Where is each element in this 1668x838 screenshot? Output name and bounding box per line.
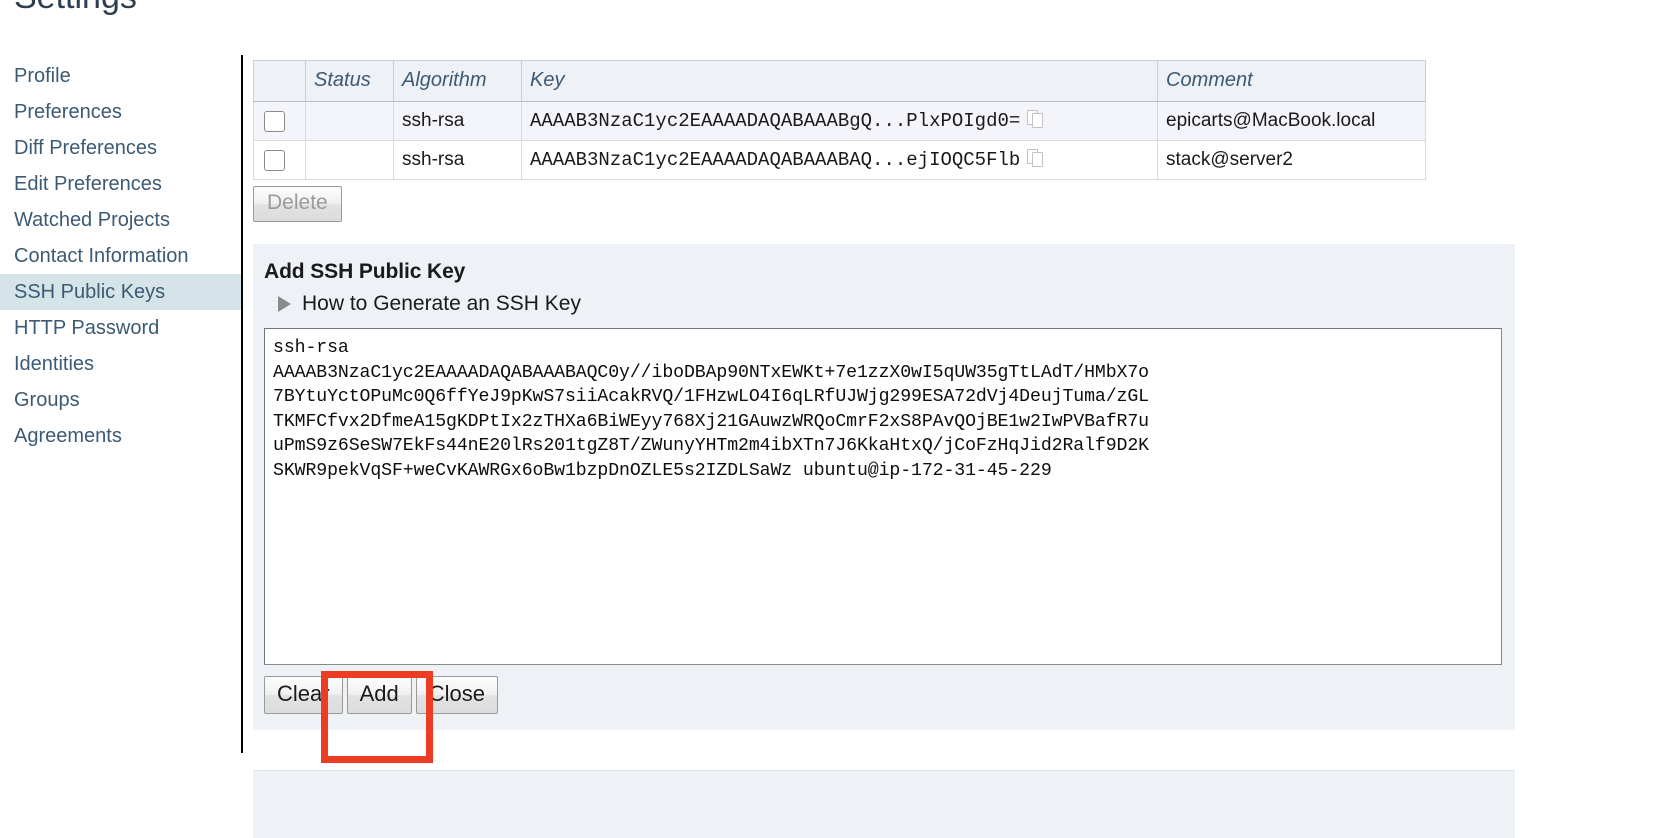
add-button[interactable]: Add bbox=[346, 676, 412, 715]
cell-algorithm: ssh-rsa bbox=[393, 101, 522, 141]
disclosure-label: How to Generate an SSH Key bbox=[302, 292, 581, 316]
table-header-row: Status Algorithm Key Comment bbox=[253, 60, 1426, 102]
delete-button[interactable]: Delete bbox=[253, 186, 342, 223]
copy-icon[interactable] bbox=[1027, 110, 1044, 129]
cell-status bbox=[305, 140, 394, 180]
table-row: ssh-rsa AAAAB3NzaC1yc2EAAAADAQABAAABAQ..… bbox=[253, 140, 1426, 180]
column-header-select bbox=[253, 60, 306, 102]
sidebar-item-identities[interactable]: Identities bbox=[0, 346, 243, 382]
row-checkbox[interactable] bbox=[264, 149, 285, 171]
column-header-comment: Comment bbox=[1157, 60, 1426, 102]
sidebar-item-http-password[interactable]: HTTP Password bbox=[0, 310, 243, 346]
column-header-status: Status bbox=[305, 60, 394, 102]
sidebar-item-watched-projects[interactable]: Watched Projects bbox=[0, 202, 243, 238]
row-select-cell bbox=[253, 140, 306, 180]
close-button[interactable]: Close bbox=[415, 676, 498, 715]
settings-sidebar: Profile Preferences Diff Preferences Edi… bbox=[0, 58, 243, 454]
cell-status bbox=[305, 101, 394, 141]
main-content: Status Algorithm Key Comment ssh-rsa AAA… bbox=[253, 60, 1658, 731]
panel-title: Add SSH Public Key bbox=[264, 260, 466, 284]
panel-button-row: Clear Add Close bbox=[264, 676, 1502, 715]
cell-key: AAAAB3NzaC1yc2EAAAADAQABAAABgQ...PlxPOIg… bbox=[521, 101, 1158, 141]
sidebar-item-diff-preferences[interactable]: Diff Preferences bbox=[0, 130, 243, 166]
column-header-algorithm: Algorithm bbox=[393, 60, 522, 102]
how-to-generate-ssh-key-disclosure[interactable]: How to Generate an SSH Key bbox=[278, 292, 581, 316]
add-ssh-public-key-panel: Add SSH Public Key How to Generate an SS… bbox=[253, 244, 1515, 731]
ssh-keys-table: Status Algorithm Key Comment ssh-rsa AAA… bbox=[253, 60, 1426, 180]
sidebar-item-edit-preferences[interactable]: Edit Preferences bbox=[0, 166, 243, 202]
key-text: AAAAB3NzaC1yc2EAAAADAQABAAABgQ...PlxPOIg… bbox=[530, 110, 1021, 132]
clear-button[interactable]: Clear bbox=[264, 676, 343, 715]
key-text: AAAAB3NzaC1yc2EAAAADAQABAAABAQ...ejIOQC5… bbox=[530, 149, 1021, 171]
sidebar-item-agreements[interactable]: Agreements bbox=[0, 418, 243, 454]
sidebar-item-profile[interactable]: Profile bbox=[0, 58, 243, 94]
cell-key: AAAAB3NzaC1yc2EAAAADAQABAAABAQ...ejIOQC5… bbox=[521, 140, 1158, 180]
column-header-key: Key bbox=[521, 60, 1158, 102]
delete-button-row: Delete bbox=[253, 186, 1658, 223]
page-title: Settings bbox=[14, 0, 137, 17]
cell-algorithm: ssh-rsa bbox=[393, 140, 522, 180]
row-checkbox[interactable] bbox=[264, 110, 285, 132]
lower-panel bbox=[253, 770, 1515, 838]
copy-icon[interactable] bbox=[1027, 149, 1044, 168]
table-row: ssh-rsa AAAAB3NzaC1yc2EAAAADAQABAAABgQ..… bbox=[253, 101, 1426, 141]
sidebar-item-preferences[interactable]: Preferences bbox=[0, 94, 243, 130]
sidebar-item-contact-information[interactable]: Contact Information bbox=[0, 238, 243, 274]
sidebar-content-divider bbox=[241, 55, 243, 753]
ssh-key-input[interactable] bbox=[264, 328, 1502, 666]
cell-comment: epicarts@MacBook.local bbox=[1157, 101, 1426, 141]
sidebar-item-ssh-public-keys[interactable]: SSH Public Keys bbox=[0, 274, 243, 310]
sidebar-item-groups[interactable]: Groups bbox=[0, 382, 243, 418]
triangle-right-icon bbox=[278, 296, 291, 313]
row-select-cell bbox=[253, 101, 306, 141]
cell-comment: stack@server2 bbox=[1157, 140, 1426, 180]
